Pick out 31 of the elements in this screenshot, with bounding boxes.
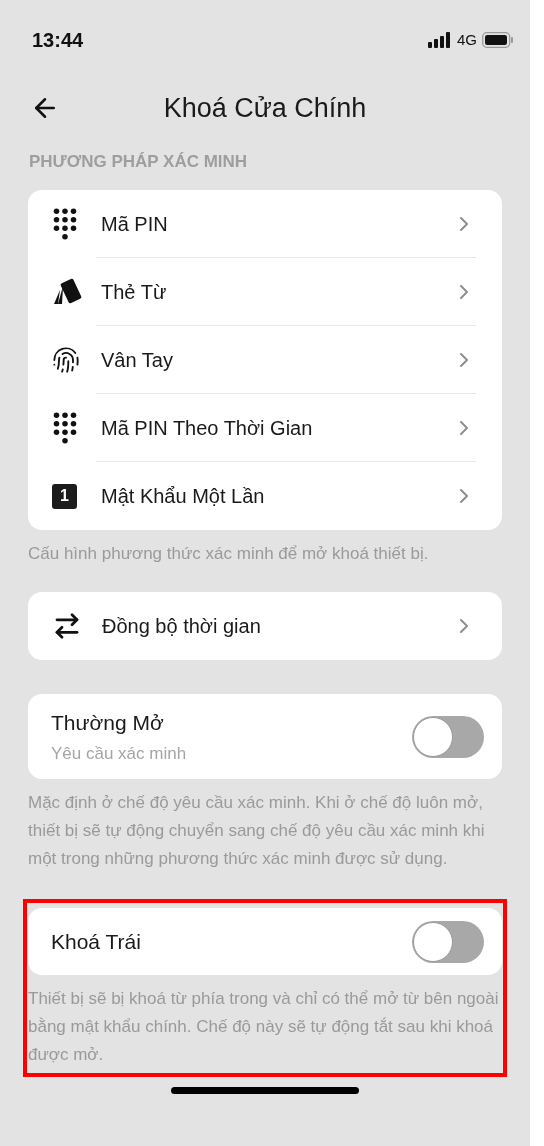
method-row[interactable]: Vân Tay [28,326,502,394]
method-label: Mã PIN [101,211,169,237]
toggle-label: Khoá Trái [51,928,142,955]
status-time: 13:44 [32,28,84,53]
toggle-label: Thường Mở [51,710,165,736]
fingerprint-icon [52,346,80,374]
method-label: Mật Khẩu Một Lần [101,484,266,509]
number-icon: 1 [52,483,77,509]
method-row[interactable]: Thẻ Từ [28,258,502,326]
method-row[interactable]: Mã PIN [28,190,502,258]
network-label: 4G [457,29,477,50]
card-icon [52,278,82,306]
toggle-note: Mặc định ở chế độ yêu cầu xác minh. Khi ở chế độ luôn mở, thiết bị sẽ tự động chuyển sang chế độ yêu cầu xác minh khi một trong những phương thức xác minh được sử dụng. [28,792,486,870]
toggle-switch[interactable] [412,920,484,963]
section-heading: PHƯƠNG PHÁP XÁC MINH [28,151,249,173]
sync-label: Đồng bộ thời gian [102,614,262,639]
toggle-switch[interactable] [412,715,484,758]
battery-icon [482,32,514,48]
method-label: Vân Tay [101,347,174,373]
method-row[interactable]: Mã PIN Theo Thời Gian [28,394,502,462]
signal-icon [428,32,452,48]
methods-note: Cấu hình phương thức xác minh để mở khoá thiết bị. [28,543,430,565]
page-title: Khoá Cửa Chính [163,91,367,125]
keypad-icon [52,411,78,445]
method-label: Thẻ Từ [101,279,168,305]
toggle-note: Thiết bị sẽ bị khoá từ phía trong và chỉ có thể mở từ bên ngoài bằng mật khẩu chính. Chế độ này sẽ tự động tắt sau khi khoá được mở. [28,988,500,1066]
method-label: Mã PIN Theo Thời Gian [101,415,314,441]
sync-row[interactable]: Đồng bộ thời gian [28,592,502,660]
method-row[interactable]: 1 Mật Khẩu Một Lần [28,462,502,530]
keypad-icon [52,207,78,241]
toggle-subtitle: Yêu cầu xác minh [51,742,188,765]
